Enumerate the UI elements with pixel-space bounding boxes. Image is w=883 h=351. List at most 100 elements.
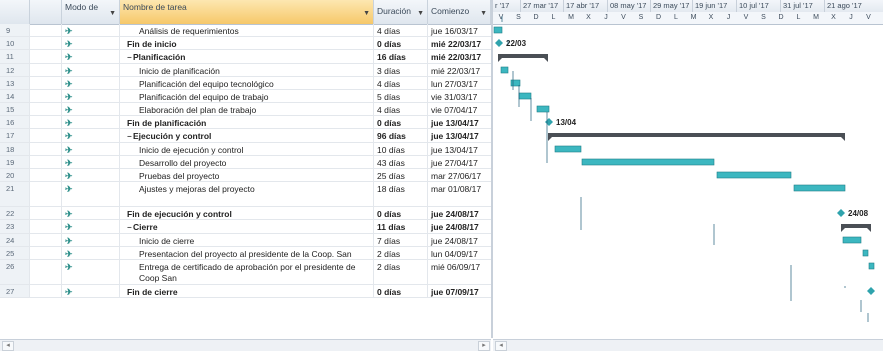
- milestone-diamond[interactable]: [867, 287, 875, 295]
- task-mode-cell[interactable]: ✈: [62, 182, 120, 206]
- task-row[interactable]: 24 ✈ Inicio de cierre 7 días jue 24/08/17: [0, 234, 491, 247]
- row-number[interactable]: 17: [0, 129, 30, 142]
- row-number[interactable]: 11: [0, 50, 30, 63]
- summary-bar[interactable]: [548, 133, 845, 137]
- start-cell[interactable]: vie 07/04/17: [428, 103, 491, 115]
- task-mode-cell[interactable]: ✈: [62, 129, 120, 142]
- task-mode-cell[interactable]: ✈: [62, 285, 120, 297]
- dropdown-arrow-icon[interactable]: ▼: [417, 9, 424, 18]
- duration-cell[interactable]: 18 días: [374, 182, 428, 206]
- task-row[interactable]: 11 ✈ −Planificación 16 días mié 22/03/17: [0, 50, 491, 64]
- task-row[interactable]: 19 ✈ Desarrollo del proyecto 43 días jue 27/…: [0, 156, 491, 169]
- task-name-cell[interactable]: Desarrollo del proyecto: [120, 156, 374, 168]
- task-row[interactable]: 23 ✈ −Cierre 11 días jue 24/08/17: [0, 220, 491, 234]
- name-column-header[interactable]: Nombre de tarea ▼: [120, 0, 374, 24]
- duration-cell[interactable]: 2 días: [374, 260, 428, 284]
- duration-cell[interactable]: 0 días: [374, 207, 428, 219]
- task-name-cell[interactable]: Elaboración del plan de trabajo: [120, 103, 374, 115]
- task-bar[interactable]: [716, 171, 792, 179]
- task-row[interactable]: 26 ✈ Entrega de certificado de aprobación …: [0, 260, 491, 285]
- start-cell[interactable]: jue 24/08/17: [428, 234, 491, 246]
- start-cell[interactable]: jue 27/04/17: [428, 156, 491, 168]
- start-cell[interactable]: jue 13/04/17: [428, 129, 491, 142]
- task-name-cell[interactable]: Análisis de requerimientos: [120, 24, 374, 36]
- duration-cell[interactable]: 4 días: [374, 77, 428, 89]
- task-mode-cell[interactable]: ✈: [62, 260, 120, 284]
- task-mode-cell[interactable]: ✈: [62, 169, 120, 181]
- row-number[interactable]: 23: [0, 220, 30, 233]
- task-bar[interactable]: [536, 105, 550, 113]
- task-name-cell[interactable]: Inicio de cierre: [120, 234, 374, 246]
- task-bar[interactable]: [518, 92, 532, 100]
- duration-cell[interactable]: 4 días: [374, 24, 428, 36]
- row-number[interactable]: 20: [0, 169, 30, 181]
- dropdown-arrow-icon[interactable]: ▼: [363, 9, 370, 18]
- start-cell[interactable]: lun 27/03/17: [428, 77, 491, 89]
- duration-cell[interactable]: 3 días: [374, 64, 428, 76]
- row-number[interactable]: 25: [0, 247, 30, 259]
- task-mode-cell[interactable]: ✈: [62, 64, 120, 76]
- start-cell[interactable]: jue 24/08/17: [428, 220, 491, 233]
- row-number[interactable]: 21: [0, 182, 30, 206]
- start-cell[interactable]: mié 06/09/17: [428, 260, 491, 284]
- task-name-cell[interactable]: Fin de cierre: [120, 285, 374, 297]
- task-row[interactable]: 14 ✈ Planificación del equipo de trabajo 5 …: [0, 90, 491, 103]
- task-mode-cell[interactable]: ✈: [62, 90, 120, 102]
- task-name-cell[interactable]: Fin de planificación: [120, 116, 374, 128]
- task-name-cell[interactable]: Entrega de certificado de aprobación por…: [120, 260, 374, 284]
- duration-cell[interactable]: 25 días: [374, 169, 428, 181]
- duration-cell[interactable]: 16 días: [374, 50, 428, 63]
- duration-cell[interactable]: 4 días: [374, 103, 428, 115]
- gantt-chart[interactable]: r '17 27 mar '17 17 abr '17 08 may '17 29 ma…: [493, 0, 883, 338]
- task-bar[interactable]: [493, 26, 503, 34]
- task-name-cell[interactable]: Fin de ejecución y control: [120, 207, 374, 219]
- task-bar[interactable]: [862, 249, 869, 257]
- duration-cell[interactable]: 0 días: [374, 116, 428, 128]
- start-cell[interactable]: vie 31/03/17: [428, 90, 491, 102]
- task-bar[interactable]: [500, 66, 509, 74]
- start-cell[interactable]: mar 01/08/17: [428, 182, 491, 206]
- task-mode-cell[interactable]: ✈: [62, 220, 120, 233]
- task-row[interactable]: 25 ✈ Presentacion del proyecto al presiden…: [0, 247, 491, 260]
- row-number[interactable]: 15: [0, 103, 30, 115]
- row-number[interactable]: 9: [0, 24, 30, 36]
- indicators-column-header[interactable]: i: [30, 0, 62, 24]
- task-row[interactable]: 17 ✈ −Ejecución y control 96 días jue 13/04/…: [0, 129, 491, 143]
- task-row[interactable]: 16 ✈ Fin de planificación 0 días jue 13/04/1…: [0, 116, 491, 129]
- row-number[interactable]: 26: [0, 260, 30, 284]
- dropdown-arrow-icon[interactable]: ▼: [480, 9, 487, 18]
- task-row[interactable]: 27 ✈ Fin de cierre 0 días jue 07/09/17: [0, 285, 491, 298]
- task-name-cell[interactable]: Planificación del equipo tecnológico: [120, 77, 374, 89]
- task-row[interactable]: 22 ✈ Fin de ejecución y control 0 días jue 2…: [0, 207, 491, 220]
- task-row[interactable]: 21 ✈ Ajustes y mejoras del proyecto 18 días…: [0, 182, 491, 207]
- duration-cell[interactable]: 43 días: [374, 156, 428, 168]
- milestone-diamond[interactable]: [837, 209, 845, 217]
- task-name-cell[interactable]: Pruebas del proyecto: [120, 169, 374, 181]
- summary-bar[interactable]: [498, 54, 548, 58]
- row-number[interactable]: 22: [0, 207, 30, 219]
- task-name-cell[interactable]: Ajustes y mejoras del proyecto: [120, 182, 374, 206]
- row-number[interactable]: 18: [0, 143, 30, 155]
- start-cell[interactable]: jue 16/03/17: [428, 24, 491, 36]
- task-name-cell[interactable]: −Ejecución y control: [120, 129, 374, 142]
- start-cell[interactable]: lun 04/09/17: [428, 247, 491, 259]
- task-mode-cell[interactable]: ✈: [62, 103, 120, 115]
- task-mode-cell[interactable]: ✈: [62, 50, 120, 63]
- task-bar[interactable]: [793, 184, 846, 192]
- duration-cell[interactable]: 11 días: [374, 220, 428, 233]
- start-cell[interactable]: mié 22/03/17: [428, 37, 491, 49]
- start-cell[interactable]: jue 07/09/17: [428, 285, 491, 297]
- start-cell[interactable]: jue 24/08/17: [428, 207, 491, 219]
- task-name-cell[interactable]: −Planificación: [120, 50, 374, 63]
- dropdown-arrow-icon[interactable]: ▼: [109, 9, 116, 18]
- row-number[interactable]: 24: [0, 234, 30, 246]
- task-name-cell[interactable]: Inicio de ejecución y control: [120, 143, 374, 155]
- task-mode-cell[interactable]: ✈: [62, 37, 120, 49]
- task-mode-cell[interactable]: ✈: [62, 24, 120, 36]
- start-column-header[interactable]: Comienzo ▼: [428, 0, 491, 24]
- task-name-cell[interactable]: −Cierre: [120, 220, 374, 233]
- start-cell[interactable]: mar 27/06/17: [428, 169, 491, 181]
- task-bar[interactable]: [581, 158, 715, 166]
- row-number[interactable]: 19: [0, 156, 30, 168]
- duration-cell[interactable]: 0 días: [374, 37, 428, 49]
